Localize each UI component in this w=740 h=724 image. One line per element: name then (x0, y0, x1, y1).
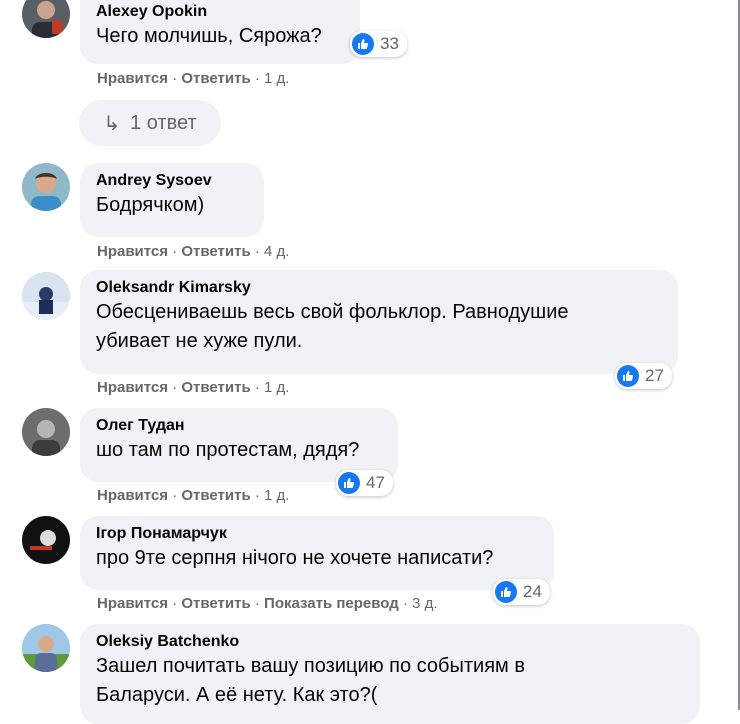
separator: · (168, 379, 182, 396)
comment-bubble: Ігор Понамарчук про 9те серпня нічого не… (80, 516, 554, 590)
comment-text-line-2: убивает не хуже пули. (96, 330, 303, 352)
thumbs-up-icon (617, 365, 639, 387)
comment-text-line-1: Обесцениваешь весь свой фольклор. Равнод… (96, 301, 569, 323)
reply-link[interactable]: Ответить (181, 487, 250, 504)
author-name[interactable]: Alexey Opokin (96, 2, 344, 22)
comment-actions: Нравится · Ответить · 1 д. (97, 487, 289, 505)
reply-link[interactable]: Ответить (181, 379, 250, 396)
thumbs-up-icon (338, 472, 360, 494)
separator: · (168, 487, 182, 504)
separator: · (168, 70, 182, 87)
author-name[interactable]: Ігор Понамарчук (96, 524, 538, 544)
comment-actions: Нравится · Ответить · 1 д. (97, 379, 289, 397)
separator: · (250, 487, 265, 504)
comment-actions: Нравится · Ответить · Показать перевод ·… (97, 595, 438, 613)
like-link[interactable]: Нравится (97, 70, 168, 87)
replies-label: 1 ответ (130, 111, 197, 134)
reply-link[interactable]: Ответить (181, 595, 250, 612)
comment-bubble: Andrey Sysoev Бодрячком) (80, 163, 264, 237)
separator: · (250, 243, 265, 260)
view-replies-button[interactable]: ↳ 1 ответ (79, 100, 221, 146)
author-name[interactable]: Andrey Sysoev (96, 171, 248, 191)
comment-actions: Нравится · Ответить · 1 д. (97, 70, 289, 88)
reaction-number: 33 (380, 34, 399, 53)
avatar[interactable] (22, 408, 70, 456)
comment-actions: Нравится · Ответить · 4 д. (97, 243, 289, 261)
reaction-count[interactable]: 47 (336, 470, 393, 496)
comment-bubble: Alexey Opokin Чего молчишь, Сярожа? (80, 0, 360, 64)
thumbs-up-icon (352, 33, 374, 55)
comment-text: шо там по протестам, дядя? (96, 439, 360, 461)
timestamp[interactable]: 1 д. (264, 379, 289, 396)
comment-text-line-1: Зашел почитать вашу позицию по событиям … (96, 655, 525, 677)
separator: · (250, 595, 265, 612)
comment-bubble: Oleksiy Batchenko Зашел почитать вашу по… (80, 624, 700, 724)
like-link[interactable]: Нравится (97, 487, 168, 504)
reaction-number: 27 (645, 366, 664, 385)
comment-text: про 9те серпня нічого не хочете написати… (96, 547, 494, 569)
avatar[interactable] (22, 163, 70, 211)
reaction-number: 47 (366, 473, 385, 492)
timestamp[interactable]: 3 д. (412, 595, 437, 612)
like-link[interactable]: Нравится (97, 379, 168, 396)
author-name[interactable]: Олег Тудан (96, 416, 382, 436)
comment-text: Бодрячком) (96, 194, 205, 216)
separator: · (250, 379, 265, 396)
reply-arrow-icon: ↳ (103, 112, 121, 135)
separator: · (168, 243, 182, 260)
reply-link[interactable]: Ответить (181, 243, 250, 260)
comment-text-line-2: Баларуси. А её нету. Как это?( (96, 684, 378, 706)
like-link[interactable]: Нравится (97, 243, 168, 260)
reply-link[interactable]: Ответить (181, 70, 250, 87)
avatar[interactable] (22, 516, 70, 564)
avatar[interactable] (22, 0, 70, 38)
timestamp[interactable]: 4 д. (264, 243, 289, 260)
avatar[interactable] (22, 624, 70, 672)
timestamp[interactable]: 1 д. (264, 70, 289, 87)
reaction-count[interactable]: 27 (615, 363, 672, 389)
reaction-number: 24 (523, 582, 542, 601)
separator: · (250, 70, 265, 87)
reaction-count[interactable]: 24 (493, 579, 550, 605)
comment-text: Чего молчишь, Сярожа? (96, 25, 322, 47)
translate-link[interactable]: Показать перевод (264, 595, 399, 612)
separator: · (168, 595, 182, 612)
author-name[interactable]: Oleksiy Batchenko (96, 632, 684, 652)
avatar[interactable] (22, 272, 70, 320)
timestamp[interactable]: 1 д. (264, 487, 289, 504)
thumbs-up-icon (495, 581, 517, 603)
author-name[interactable]: Oleksandr Kimarsky (96, 278, 662, 298)
separator: · (398, 595, 413, 612)
comment-bubble: Oleksandr Kimarsky Обесцениваешь весь св… (80, 270, 678, 374)
like-link[interactable]: Нравится (97, 595, 168, 612)
reaction-count[interactable]: 33 (350, 31, 407, 57)
